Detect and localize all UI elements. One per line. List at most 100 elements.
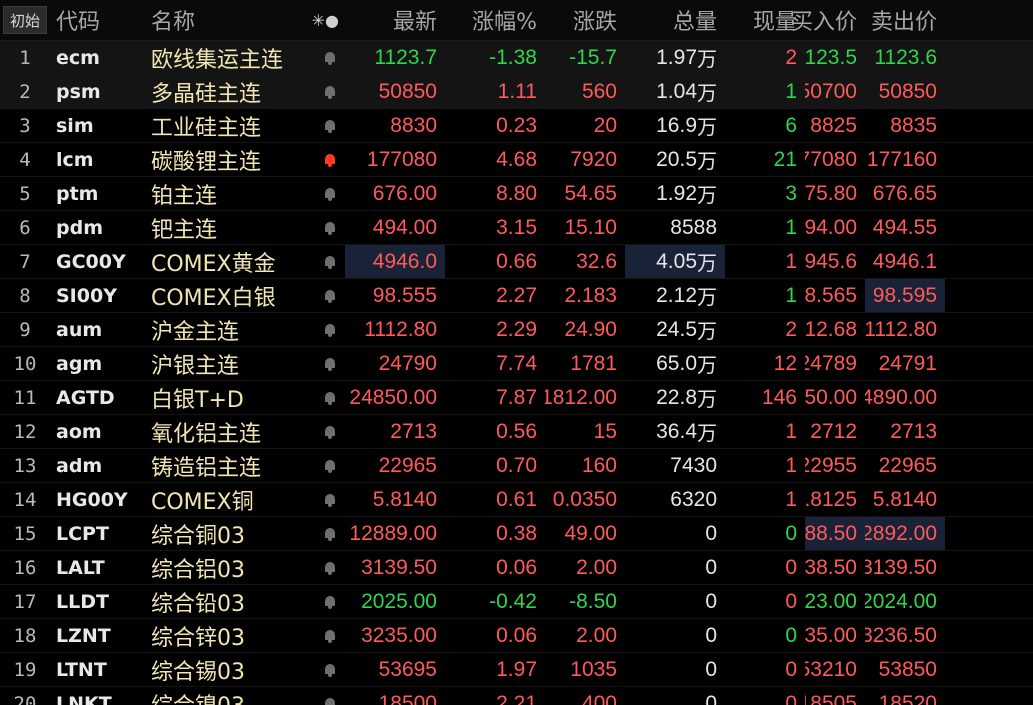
- alert-bell-icon[interactable]: [323, 629, 337, 643]
- row-number: 14: [13, 488, 37, 511]
- last-price: 24790: [378, 351, 437, 375]
- alert-bell-icon[interactable]: [323, 595, 337, 609]
- table-row[interactable]: 1 ecm 欧线集运主连 1123.7 -1.38 -15.7 1.97万 2 1123.5 11…: [0, 41, 1033, 75]
- current-volume: 1: [785, 79, 797, 103]
- total-volume-cell: 7430: [625, 449, 725, 482]
- symbol-code: agm: [56, 352, 103, 375]
- symbol-name-cell: 综合铜03: [145, 517, 345, 550]
- table-row[interactable]: 5 ptm 铂主连 676.00 8.80 54.65 1.92万 3 675.80 676.65: [0, 177, 1033, 211]
- symbol-name: 综合铅03: [151, 591, 245, 617]
- table-row[interactable]: 13 adm 铸造铝主连 22965 0.70 160 7430 1 22955 22965: [0, 449, 1033, 483]
- total-volume: 7430: [670, 453, 717, 477]
- row-spacer: [945, 687, 1033, 705]
- header-name[interactable]: 名称 ✳●: [145, 0, 345, 40]
- alert-bell-icon[interactable]: [323, 51, 337, 65]
- change-amount: 1035: [570, 657, 617, 681]
- table-row[interactable]: 20 LNKT 综合镍03 18500 2.21 400 0 0 18505 18520: [0, 687, 1033, 705]
- alert-bell-icon[interactable]: [323, 697, 337, 705]
- symbol-name-cell: 综合铝03: [145, 551, 345, 584]
- symbol-name-cell: 铂主连: [145, 177, 345, 210]
- change-percent: 2.21: [496, 691, 537, 705]
- table-row[interactable]: 18 LZNT 综合锌03 3235.00 0.06 2.00 0 0 3235.00 3236.…: [0, 619, 1033, 653]
- table-row[interactable]: 12 aom 氧化铝主连 2713 0.56 15 36.4 万 1 2712 2713: [0, 415, 1033, 449]
- header-chg[interactable]: 涨跌: [545, 0, 625, 40]
- ask-price: 676.65: [872, 181, 937, 205]
- alert-bell-icon[interactable]: [323, 493, 337, 507]
- table-row[interactable]: 6 pdm 钯主连 494.00 3.15 15.10 8588 1 494.00 494.55: [0, 211, 1033, 245]
- row-number: 2: [19, 80, 31, 103]
- alert-bell-icon[interactable]: [323, 119, 337, 133]
- symbol-name: 欧线集运主连: [151, 47, 284, 73]
- table-row[interactable]: 11 AGTD 白银T+D 24850.00 7.87 1812.00 22.8万 146 24…: [0, 381, 1033, 415]
- ask-price: 1112.80: [865, 317, 937, 341]
- bid-price: 18505: [805, 691, 857, 705]
- symbol-name-cell: 综合锡03: [145, 653, 345, 686]
- alert-bell-icon[interactable]: [323, 85, 337, 99]
- alert-bell-icon[interactable]: [323, 527, 337, 541]
- volume-unit: 万: [697, 117, 717, 139]
- symbol-name: 综合镍03: [151, 688, 245, 705]
- header-code[interactable]: 代码: [50, 0, 145, 40]
- ask-price: 2024.00: [865, 589, 937, 613]
- alert-bell-icon[interactable]: [323, 459, 337, 473]
- header-ask[interactable]: 卖出价: [865, 0, 945, 40]
- table-row[interactable]: 14 HG00Y COMEX铜 5.8140 0.61 0.0350 6320 1 5.8125…: [0, 483, 1033, 517]
- header-last[interactable]: 最新: [345, 0, 445, 40]
- change-amount: 2.00: [576, 623, 617, 647]
- header-settings-icon[interactable]: ✳●: [312, 11, 339, 30]
- table-row[interactable]: 9 aum 沪金主连 1112.80 2.29 24.90 24.5万 2 1112.68 111…: [0, 313, 1033, 347]
- volume-unit: 万: [697, 287, 717, 309]
- table-row[interactable]: 17 LLDT 综合铅03 2025.00 -0.42 -8.50 0 0 2023.00 202…: [0, 585, 1033, 619]
- last-price: 50850: [378, 79, 437, 103]
- alert-bell-icon[interactable]: [323, 663, 337, 677]
- alert-bell-icon[interactable]: [323, 289, 337, 303]
- alert-bell-icon[interactable]: [323, 357, 337, 371]
- change-amount: 24.90: [564, 317, 617, 341]
- total-volume: 2.12: [656, 283, 697, 307]
- row-spacer: [945, 415, 1033, 448]
- table-row[interactable]: 15 LCPT 综合铜03 12889.00 0.38 49.00 0 0 12888.5012…: [0, 517, 1033, 551]
- change-percent: -1.38: [489, 45, 537, 69]
- table-row[interactable]: 3 sim 工业硅主连 8830 0.23 20 16.9 万 6 8825 8835: [0, 109, 1033, 143]
- symbol-name: 铂主连: [151, 183, 218, 209]
- header-init-cell: 初始: [0, 0, 50, 40]
- table-row[interactable]: 8 SI00Y COMEX白银 98.555 2.27 2.183 2.12万 1 98.565…: [0, 279, 1033, 313]
- row-number: 7: [19, 250, 31, 273]
- row-spacer: [945, 517, 1033, 550]
- ask-price: 177160: [866, 147, 937, 171]
- header-bid[interactable]: 买入价: [791, 0, 865, 40]
- header-pct[interactable]: 涨幅%: [445, 0, 545, 40]
- table-row[interactable]: 7 GC00Y COMEX黄金 4946.0 0.66 32.6 4.05万 1 4945.6 4…: [0, 245, 1033, 279]
- row-spacer: [945, 245, 1033, 278]
- table-row[interactable]: 10 agm 沪银主连 24790 7.74 1781 65.0万 12 24789 24791: [0, 347, 1033, 381]
- table-row[interactable]: 2 psm 多晶硅主连 50850 1.11 560 1.04万 1 50700 50850: [0, 75, 1033, 109]
- alert-bell-icon[interactable]: [323, 391, 337, 405]
- alert-bell-icon[interactable]: [323, 153, 337, 167]
- volume-unit: 万: [697, 253, 717, 275]
- total-volume: 8588: [670, 215, 717, 239]
- header-vol[interactable]: 总量: [625, 0, 725, 40]
- symbol-code: ptm: [56, 182, 99, 205]
- init-button[interactable]: 初始: [3, 6, 47, 34]
- current-volume: 0: [785, 555, 797, 579]
- ask-price: 2713: [890, 419, 937, 443]
- volume-unit: 万: [697, 185, 717, 207]
- total-volume-cell: 6320: [625, 483, 725, 516]
- alert-bell-icon[interactable]: [323, 561, 337, 575]
- symbol-code: pdm: [56, 216, 103, 239]
- table-row[interactable]: 16 LALT 综合铝03 3139.50 0.06 2.00 0 0 3138.50 3139.…: [0, 551, 1033, 585]
- alert-bell-icon[interactable]: [323, 255, 337, 269]
- alert-bell-icon[interactable]: [323, 221, 337, 235]
- symbol-name: COMEX铜: [151, 489, 254, 515]
- row-spacer: [945, 653, 1033, 686]
- row-number: 15: [13, 522, 37, 545]
- symbol-code: LTNT: [56, 658, 107, 681]
- alert-bell-icon[interactable]: [323, 187, 337, 201]
- alert-bell-icon[interactable]: [323, 323, 337, 337]
- table-row[interactable]: 19 LTNT 综合锡03 53695 1.97 1035 0 0 53210 53850: [0, 653, 1033, 687]
- alert-bell-icon[interactable]: [323, 425, 337, 439]
- symbol-code: psm: [56, 80, 101, 103]
- change-percent: 2.27: [496, 283, 537, 307]
- symbol-code: ecm: [56, 46, 100, 69]
- table-row[interactable]: 4 lcm 碳酸锂主连 177080 4.68 7920 20.5万 21 177080 1771…: [0, 143, 1033, 177]
